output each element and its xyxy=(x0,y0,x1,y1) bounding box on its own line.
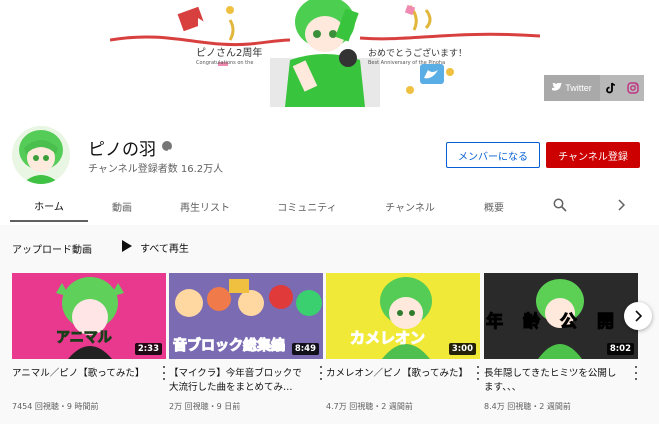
tiktok-icon xyxy=(605,79,617,98)
play-all-label: すべて再生 xyxy=(140,244,189,255)
video-duration: 8:49 xyxy=(291,343,319,355)
thumbnail-text: カメレオン xyxy=(349,329,426,348)
tab-about[interactable]: 概要 xyxy=(476,190,512,222)
video-thumbnail[interactable]: アニマル 2:33 xyxy=(12,273,166,359)
thumbnail-text: アニマル xyxy=(56,330,113,347)
banner-caption-left: ピノさん2周年 xyxy=(196,48,263,59)
video-duration: 8:02 xyxy=(606,343,634,355)
more-vert-icon xyxy=(162,366,166,369)
video-thumbnail[interactable]: 年齢公開 8:02 xyxy=(484,273,638,359)
video-card[interactable]: 年齢公開 8:02 長年隠してきたヒミツを公開します、、、 8.4万 回視聴・2… xyxy=(484,273,638,411)
subscriber-count: チャンネル登録者数 16.2万人 xyxy=(88,164,224,175)
tab-videos[interactable]: 動画 xyxy=(98,190,146,222)
channel-avatar[interactable] xyxy=(12,126,70,184)
tabs-scroll-right-button[interactable] xyxy=(610,190,632,222)
twitter-icon xyxy=(552,81,563,94)
video-menu-button[interactable] xyxy=(474,366,482,380)
banner-caption-right-small: Best Anniversary of the Pinoha xyxy=(368,60,446,66)
video-meta: 2万 回視聴・9 日前 xyxy=(169,402,241,411)
tab-channels[interactable]: チャンネル xyxy=(378,190,442,222)
banner-social-links: Twitter xyxy=(544,75,644,101)
channel-name: ピノの羽 xyxy=(88,140,156,160)
video-card[interactable]: 音ブロック総集編 8:49 【マイクラ】今年音ブロックで大流行した曲をまとめてみ… xyxy=(169,273,323,411)
join-membership-button[interactable]: メンバーになる xyxy=(446,142,540,168)
more-vert-icon xyxy=(476,366,480,369)
video-thumbnail[interactable]: 音ブロック総集編 8:49 xyxy=(169,273,323,359)
channel-search-button[interactable] xyxy=(548,190,572,222)
avatar-image xyxy=(12,126,70,184)
video-thumbnail[interactable]: カメレオン 3:00 xyxy=(326,273,480,359)
more-vert-icon xyxy=(634,366,638,369)
video-card[interactable]: カメレオン 3:00 カメレオン／ピノ【歌ってみた】 4.7万 回視聴・2 週間… xyxy=(326,273,480,411)
video-title[interactable]: 長年隠してきたヒミツを公開します、、、 xyxy=(484,367,624,395)
video-meta: 8.4万 回視聴・2 週間前 xyxy=(484,402,571,411)
video-menu-button[interactable] xyxy=(632,366,640,380)
video-title[interactable]: カメレオン／ピノ【歌ってみた】 xyxy=(326,367,468,381)
subscribe-button[interactable]: チャンネル登録 xyxy=(546,142,640,168)
video-menu-button[interactable] xyxy=(317,366,325,380)
more-vert-icon xyxy=(319,366,323,369)
banner-illustration xyxy=(110,0,541,107)
tiktok-link[interactable] xyxy=(600,75,622,101)
play-icon xyxy=(122,240,132,255)
video-meta: 7454 回視聴・9 時間前 xyxy=(12,402,99,411)
instagram-icon xyxy=(627,79,639,98)
chevron-right-icon xyxy=(634,307,643,326)
tab-community[interactable]: コミュニティ xyxy=(272,190,342,222)
verified-badge-icon xyxy=(162,141,172,154)
shelf-next-button[interactable] xyxy=(624,302,652,330)
chevron-right-icon xyxy=(617,198,626,214)
video-duration: 2:33 xyxy=(134,343,162,355)
thumbnail-text: 音ブロック総集編 xyxy=(173,338,286,355)
thumbnail-text: 年齢公開 xyxy=(486,312,634,333)
video-card[interactable]: アニマル 2:33 アニマル／ピノ【歌ってみた】 7454 回視聴・9 時間前 xyxy=(12,273,166,411)
uploads-section-title[interactable]: アップロード動画 xyxy=(12,241,92,256)
video-title[interactable]: アニマル／ピノ【歌ってみた】 xyxy=(12,367,152,381)
search-icon xyxy=(553,198,567,215)
tab-playlists[interactable]: 再生リスト xyxy=(170,190,240,222)
video-meta: 4.7万 回視聴・2 週間前 xyxy=(326,402,413,411)
video-menu-button[interactable] xyxy=(160,366,168,380)
play-all-button[interactable]: すべて再生 xyxy=(122,240,189,255)
twitter-link-label: Twitter xyxy=(565,83,592,93)
twitter-link[interactable]: Twitter xyxy=(544,75,600,101)
video-duration: 3:00 xyxy=(448,343,476,355)
banner-caption-left-small: Congratulations on the xyxy=(196,60,254,66)
tab-home[interactable]: ホーム xyxy=(10,190,88,222)
video-title[interactable]: 【マイクラ】今年音ブロックで大流行した曲をまとめてみ… xyxy=(169,367,309,395)
channel-banner: ピノさん2周年 Congratulations on the おめでとうございま… xyxy=(0,0,659,107)
instagram-link[interactable] xyxy=(622,75,644,101)
banner-caption-right: おめでとうございます！ xyxy=(368,49,468,59)
